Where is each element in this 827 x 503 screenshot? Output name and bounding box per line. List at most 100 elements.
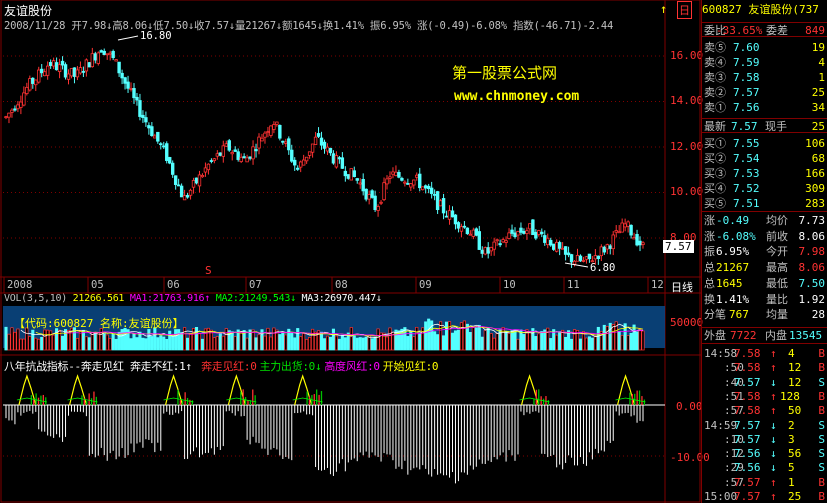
tick-row: :50 7.58 ↑ 12 B [702,360,827,375]
candle-body [117,61,121,74]
candle-body [513,232,517,238]
bid-price: 7.55 [733,137,760,150]
candle-body [557,242,562,249]
candle-body [605,244,609,250]
arrow-down-icon: ↓ [770,432,777,446]
stat-label: 量比 [766,292,788,306]
candle-body [385,178,389,185]
candle-body [269,125,273,136]
candle-body [429,187,434,194]
candle-body [310,143,315,153]
stat-value: 8.06 [798,229,826,243]
candle-body [602,246,607,253]
volume-ma2: MA2:21249.543↓ [215,293,296,304]
stat-value: 1645 [716,276,743,290]
bid-label: 买③ [704,167,726,180]
bid-label: 买⑤ [704,197,726,210]
ask-row: 卖① 7.56 34 [702,100,827,115]
candle-body [263,132,267,138]
candle-body [623,223,627,228]
time-label: 2008 [7,279,33,291]
candle-body [284,141,288,144]
stat-value: -0.49 [716,214,750,227]
candle-body [66,73,71,80]
arrow-up-icon[interactable]: ↑ [660,2,667,16]
candle-body [575,254,580,262]
tick-direction: S [818,447,825,461]
stat-label: 涨 [704,214,715,227]
candle-body [480,249,484,254]
arrow-up-icon: ↑ [770,490,777,503]
candle-body [173,175,178,185]
candle-body [257,136,261,149]
tick-direction: S [818,375,825,389]
candle-body [569,254,574,263]
arrow-up-icon: ↑ [770,361,777,375]
candle-body [370,190,374,198]
candle-body [492,241,496,250]
candle-body [563,246,568,255]
candle-body [72,67,77,77]
tick-volume: 56 [788,447,802,461]
candle-body [355,178,359,181]
candle-body [483,247,487,255]
ask-price: 7.60 [733,41,760,54]
stat-value: 1.41% [716,292,750,306]
candle-body [617,231,621,234]
candle-body [418,173,422,189]
price-label: 14.00 [670,94,704,107]
tick-volume: 3 [788,432,795,446]
indicator-lines [16,374,646,406]
candle-body [450,210,455,218]
last-price: 7.57 [731,120,758,133]
stat-label: 均价 [766,214,788,227]
ask-label: 卖③ [704,71,726,84]
period-label[interactable]: 日线 [671,279,693,295]
candle-body [78,67,83,74]
tick-time: 14:58 [704,347,738,360]
tick-direction: B [818,475,825,489]
candle-body [581,260,586,262]
candle-body [507,232,511,239]
stat-value: 1.92 [798,292,826,306]
candle-body [584,256,589,260]
day-icon[interactable]: 日 [677,1,692,19]
candle-body [403,181,407,184]
committee-row: 委比 -33.65% 委差 849 [702,22,827,37]
candle-body [254,149,258,152]
stat-row: 换 1.41% 量比 1.92 [702,292,827,307]
ask-volume: 1 [818,71,825,84]
stat-row: 振 6.95% 今开 7.98 [702,244,827,259]
time-label: 09 [419,279,432,291]
candle-body [120,72,124,79]
current-price-tag: 7.57 [663,240,694,253]
candle-body [293,159,297,166]
candle-body [376,206,380,211]
candle-body [245,157,249,163]
candle-body [176,184,181,187]
candle-body [236,151,240,160]
stat-row: 分笔 767 均量 28 [702,307,827,322]
kline-chart[interactable] [0,0,701,503]
candle-body [549,239,553,246]
candle-body [328,147,333,154]
candle-body [459,226,464,232]
tick-price: 7.57 [734,375,761,389]
stat-value: 6.95% [716,245,750,259]
candle-body [313,136,318,145]
candle-body [620,222,624,233]
tick-direction: B [818,361,825,375]
candle-body [159,143,163,146]
candle-body [69,68,74,77]
tick-direction: S [818,432,825,446]
watermark-title: 第一股票公式网 [452,64,558,82]
ask-volume: 34 [811,101,825,114]
tick-price: 7.56 [734,461,761,475]
candle-body [382,182,386,201]
stat-label: 最高 [766,261,788,275]
candle-body [287,138,291,151]
time-label: 07 [249,279,262,291]
stat-label: 涨 [704,229,715,243]
candle-body [426,185,431,190]
outer-value: 7722 [730,329,757,342]
